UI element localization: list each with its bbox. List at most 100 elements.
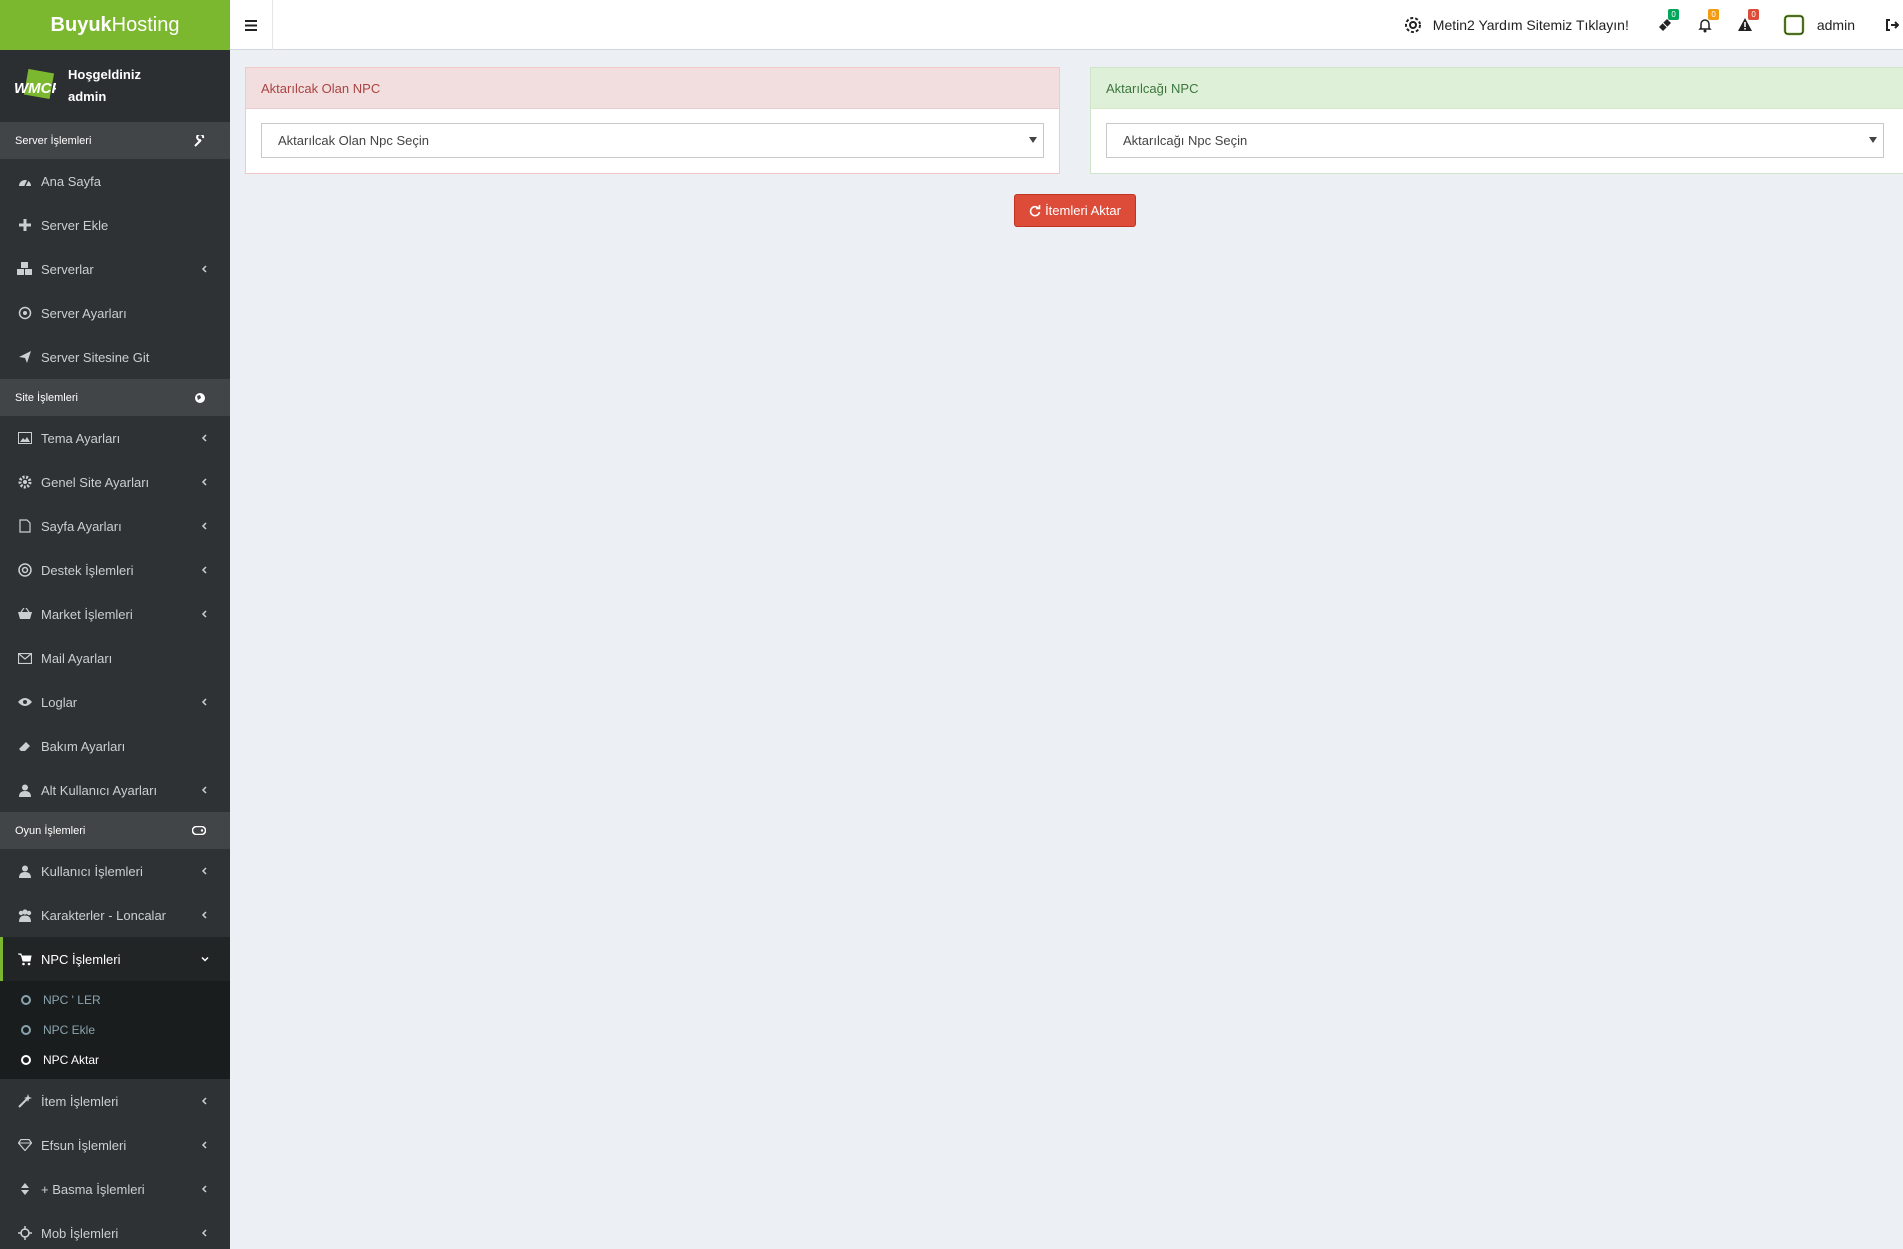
user-menu[interactable]: admin (1765, 0, 1867, 50)
help-link[interactable]: Metin2 Yardım Sitemiz Tıklayın! (1391, 0, 1645, 50)
tickets-badge: 0 (1668, 9, 1679, 20)
sidebar-item-label: Ana Sayfa (41, 173, 101, 189)
wmcp-logo: WMCP (14, 69, 56, 100)
caret-down-icon (1029, 137, 1037, 143)
user-avatar-icon (1783, 14, 1805, 36)
image-icon (18, 432, 32, 444)
target-npc-select[interactable]: Aktarılcağı Npc Seçin (1106, 123, 1884, 158)
header-user-name: admin (1816, 17, 1855, 33)
alerts-badge: 0 (1748, 9, 1759, 20)
svg-text:WMCP: WMCP (14, 80, 56, 97)
sidebar-item-bakim-ayarlari[interactable]: Bakım Ayarları (0, 724, 230, 768)
chevron-left-icon (201, 1229, 207, 1237)
help-text: Metin2 Yardım Sitemiz Tıklayın! (1432, 17, 1629, 33)
sidebar-item-server-sitesine-git[interactable]: Server Sitesine Git (0, 335, 230, 379)
submenu-item-npc-ler[interactable]: NPC ' LER (0, 985, 230, 1015)
sidebar-item-efsun-islemleri[interactable]: Efsun İşlemleri (0, 1123, 230, 1167)
refresh-icon (1029, 204, 1041, 216)
shopping-basket-icon (18, 608, 32, 619)
sidebar-item-label: Market İşlemleri (41, 606, 133, 622)
top-navbar: Metin2 Yardım Sitemiz Tıklayın! 0 0 0 ad… (230, 0, 1903, 50)
chevron-left-icon (201, 698, 207, 706)
npc-submenu: NPC ' LER NPC Ekle NPC Aktar (0, 981, 230, 1079)
notifications-button[interactable]: 0 (1685, 0, 1725, 50)
sidebar-item-label: Server Ayarları (41, 305, 127, 321)
menu-icon (245, 19, 257, 31)
sidebar-item-item-islemleri[interactable]: İtem İşlemleri (0, 1079, 230, 1123)
logout-button[interactable] (1867, 0, 1903, 50)
source-npc-select-value: Aktarılcak Olan Npc Seçin (278, 133, 430, 148)
sidebar-item-server-ekle[interactable]: Server Ekle (0, 203, 230, 247)
sidebar-item-kullanici-islemleri[interactable]: Kullanıcı İşlemleri (0, 849, 230, 893)
sidebar-item-label: Loglar (41, 694, 78, 710)
sidebar-item-ana-sayfa[interactable]: Ana Sayfa (0, 159, 230, 203)
tickets-button[interactable]: 0 (1645, 0, 1685, 50)
source-npc-panel: Aktarılcak Olan NPC Aktarılcak Olan Npc … (245, 67, 1060, 174)
envelope-icon (18, 652, 32, 664)
section-server-title: Server İşlemleri (15, 134, 92, 147)
sidebar-item-loglar[interactable]: Loglar (0, 680, 230, 724)
notifications-badge: 0 (1708, 9, 1719, 20)
sidebar-item-mail-ayarlari[interactable]: Mail Ayarları (0, 636, 230, 680)
chevron-left-icon (201, 867, 207, 875)
sidebar-item-server-ayarlari[interactable]: Server Ayarları (0, 291, 230, 335)
sidebar-item-genel-site-ayarlari[interactable]: Genel Site Ayarları (0, 460, 230, 504)
sidebar-item-mob-islemleri[interactable]: Mob İşlemleri (0, 1211, 230, 1249)
transfer-items-button[interactable]: İtemleri Aktar (1014, 194, 1136, 227)
transfer-items-label: İtemleri Aktar (1045, 203, 1121, 218)
sidebar-item-market-islemleri[interactable]: Market İşlemleri (0, 592, 230, 636)
brand-logo[interactable]: Buyuk Hosting (0, 0, 230, 50)
sidebar-item-label: Efsun İşlemleri (41, 1137, 127, 1153)
submenu-item-npc-ekle[interactable]: NPC Ekle (0, 1015, 230, 1045)
user-name: admin (68, 89, 107, 104)
chevron-left-icon (201, 522, 207, 530)
chevron-left-icon (201, 786, 207, 794)
brand-light: Hosting (111, 13, 180, 36)
circle-icon (21, 1025, 31, 1035)
sidebar-item-basma-islemleri[interactable]: + Basma İşlemleri (0, 1167, 230, 1211)
sign-out-icon (1886, 19, 1899, 31)
target-npc-select-value: Aktarılcağı Npc Seçin (1123, 133, 1248, 148)
chevron-left-icon (201, 265, 207, 273)
submenu-label: NPC Ekle (43, 1023, 96, 1037)
section-server: Server İşlemleri (0, 122, 230, 159)
sidebar-item-karakterler-loncalar[interactable]: Karakterler - Loncalar (0, 893, 230, 937)
chevron-left-icon (201, 478, 207, 486)
sidebar-item-serverlar[interactable]: Serverlar (0, 247, 230, 291)
eraser-icon (19, 742, 30, 751)
sidebar-item-tema-ayarlari[interactable]: Tema Ayarları (0, 416, 230, 460)
sidebar-item-npc-islemleri[interactable]: NPC İşlemleri (0, 937, 230, 981)
eye-icon (18, 698, 32, 706)
sidebar-item-label: Bakım Ayarları (41, 738, 126, 754)
chevron-left-icon (201, 911, 207, 919)
sidebar-item-alt-kullanici-ayarlari[interactable]: Alt Kullanıcı Ayarları (0, 768, 230, 812)
section-game: Oyun İşlemleri (0, 812, 230, 849)
gear-icon (1404, 17, 1421, 33)
caret-down-icon (1869, 137, 1877, 143)
chevron-left-icon (201, 1097, 207, 1105)
sort-icon (21, 1183, 29, 1195)
sidebar-item-destek-islemleri[interactable]: Destek İşlemleri (0, 548, 230, 592)
magic-icon (18, 1094, 32, 1108)
cubes-icon (17, 262, 32, 275)
submenu-item-npc-aktar[interactable]: NPC Aktar (0, 1045, 230, 1075)
source-npc-select[interactable]: Aktarılcak Olan Npc Seçin (261, 123, 1044, 158)
target-npc-panel: Aktarılcağı NPC Aktarılcağı Npc Seçin (1090, 67, 1903, 174)
user-panel: WMCP Hoşgeldiniz admin (0, 50, 230, 122)
gear-icon (18, 475, 32, 489)
plus-icon (19, 219, 31, 231)
user-greeting: Hoşgeldiniz (68, 67, 141, 82)
cog-icon (18, 306, 32, 320)
globe-icon (195, 392, 205, 403)
sidebar-item-label: Server Sitesine Git (41, 349, 150, 365)
sidebar-item-label: Tema Ayarları (41, 430, 121, 446)
sidebar-toggle-button[interactable] (230, 0, 273, 50)
sidebar-item-label: NPC İşlemleri (41, 951, 121, 967)
sidebar-item-label: Mail Ayarları (41, 650, 113, 666)
section-site-title: Site İşlemleri (15, 391, 78, 404)
sidebar-item-sayfa-ayarlari[interactable]: Sayfa Ayarları (0, 504, 230, 548)
submenu-label: NPC ' LER (43, 993, 101, 1007)
sidebar-item-label: Server Ekle (41, 217, 109, 233)
sidebar: WMCP Hoşgeldiniz admin Server İşlemleri … (0, 50, 230, 1249)
alerts-button[interactable]: 0 (1725, 0, 1765, 50)
